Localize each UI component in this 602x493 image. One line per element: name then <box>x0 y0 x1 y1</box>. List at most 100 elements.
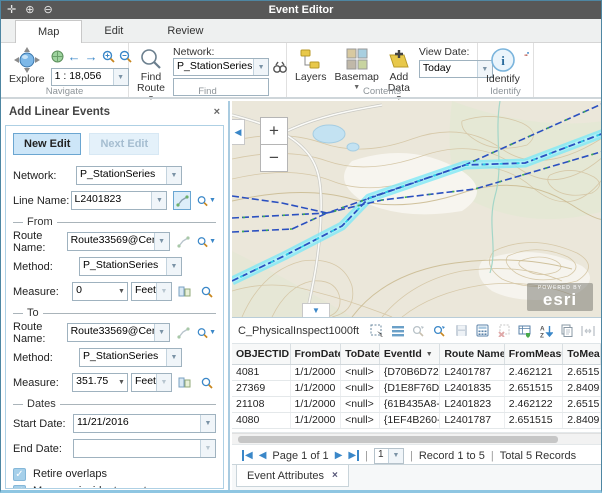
table-cell: {1EF4B260-F( <box>380 413 441 428</box>
from-section-divider: From <box>13 214 216 230</box>
to-station-button[interactable] <box>176 373 193 392</box>
record-range-label: Record 1 to 5 <box>419 450 485 462</box>
checkbox-checked-icon[interactable]: ✓ <box>13 468 26 481</box>
identify-route-icon[interactable] <box>524 48 529 60</box>
find-network-dropdown[interactable]: P_StationSeries ▼ <box>173 58 269 76</box>
selection-tool-icon[interactable] <box>370 323 384 339</box>
column-header[interactable]: ToMea <box>563 344 601 364</box>
table-row[interactable]: 40801/1/2000<null>{1EF4B260-F(L24017872.… <box>232 413 601 429</box>
next-edit-button[interactable]: Next Edit <box>89 133 159 155</box>
scale-combobox[interactable]: 1 : 18,056 ▼ <box>51 68 129 86</box>
svg-text:i: i <box>501 53 505 68</box>
to-zoom-route-button[interactable]: ▼ <box>197 323 216 342</box>
to-method-dropdown[interactable]: P_StationSeries ▼ <box>79 348 182 367</box>
option-checkbox[interactable]: ✓Retire overlaps <box>13 466 216 482</box>
zoom-to-line-button[interactable]: ▼ <box>197 191 216 210</box>
checkbox-checked-icon[interactable]: ✓ <box>13 485 26 490</box>
panel-close-icon[interactable]: × <box>214 106 220 118</box>
column-header[interactable]: ToDate <box>341 344 380 364</box>
map-zoom-out-button[interactable]: − <box>260 144 288 172</box>
zoom-magnifier-icon <box>197 327 208 339</box>
column-header[interactable]: OBJECTID <box>232 344 291 364</box>
table-cell: 1/1/2000 <box>291 381 342 396</box>
collapse-table-arrow[interactable]: ▼ <box>302 303 330 317</box>
table-cell: 1/1/2000 <box>291 413 342 428</box>
table-cell: 21108 <box>232 397 291 412</box>
previous-page-icon[interactable]: ◀ <box>259 450 267 461</box>
table-cell: 4080 <box>232 413 291 428</box>
tab-review[interactable]: Review <box>145 20 225 42</box>
tab-edit[interactable]: Edit <box>82 20 145 42</box>
map-view[interactable]: ◀ + − ▼ POWERED BY esri <box>232 101 601 317</box>
to-route-name-dropdown[interactable]: Route33569@Cente ▼ <box>67 323 170 342</box>
explore-button[interactable]: Explore <box>5 46 49 86</box>
network-dropdown[interactable]: P_StationSeries ▼ <box>76 166 182 185</box>
zoom-to-selected-icon-disabled[interactable] <box>412 323 426 339</box>
column-header[interactable]: EventId▼ <box>380 344 441 364</box>
option-checkbox[interactable]: ✓ Merge coincident events <box>13 483 216 489</box>
from-zoom-route-button[interactable]: ▼ <box>197 232 216 251</box>
ribbon-zoom-in-icon[interactable] <box>102 50 115 63</box>
layers-icon <box>299 47 323 71</box>
from-select-route-button[interactable] <box>176 232 191 251</box>
map-zoom-controls: + − <box>260 117 288 172</box>
next-extent-icon[interactable]: → <box>85 49 98 64</box>
column-header[interactable]: FromDate <box>291 344 342 364</box>
column-header[interactable]: FromMeasure <box>505 344 564 364</box>
from-measure-combobox[interactable]: 0 ▼ <box>72 282 128 301</box>
table-row[interactable]: 40811/1/2000<null>{D70B6D72-3L24017872.4… <box>232 365 601 381</box>
from-unit-dropdown[interactable]: Feet ▼ <box>131 282 172 301</box>
fit-columns-icon-disabled[interactable] <box>581 323 595 339</box>
binoculars-icon[interactable] <box>273 61 287 73</box>
to-select-route-button[interactable] <box>176 323 191 342</box>
start-date-dropdown[interactable]: 11/21/2016 ▼ <box>73 414 216 433</box>
to-measure-combobox[interactable]: 351.75 ▼ <box>72 373 128 392</box>
attribute-grid: C_PhysicalInspect1000ft <box>232 317 601 464</box>
sort-icon[interactable]: AZ <box>539 323 553 339</box>
column-header[interactable]: Route Name <box>440 344 504 364</box>
tab-event-attributes[interactable]: Event Attributes × <box>236 465 349 487</box>
line-name-dropdown[interactable]: L2401823 ▼ <box>71 191 168 210</box>
full-extent-icon[interactable] <box>51 50 64 63</box>
export-table-icon[interactable] <box>518 323 532 339</box>
grid-horizontal-scrollbar[interactable] <box>232 433 601 444</box>
page-selector-dropdown[interactable]: 1 ▼ <box>374 448 404 464</box>
table-row[interactable]: 273691/1/2000<null>{D1E8F76D-FL24018352.… <box>232 381 601 397</box>
select-line-on-map-button[interactable] <box>173 191 191 210</box>
new-edit-button[interactable]: New Edit <box>13 133 81 155</box>
to-unit-dropdown[interactable]: Feet ▼ <box>131 373 172 392</box>
map-zoom-in-button[interactable]: + <box>260 117 288 145</box>
from-zoom-measure-button[interactable] <box>199 282 216 301</box>
table-row[interactable]: 211081/1/2000<null>{61B435A8-3:L24018232… <box>232 397 601 413</box>
end-date-dropdown[interactable]: ▼ <box>73 439 216 458</box>
calculate-field-icon[interactable] <box>475 323 489 339</box>
first-page-icon[interactable]: ◀ <box>242 450 253 461</box>
scrollbar-thumb[interactable] <box>238 436 558 443</box>
next-page-icon[interactable]: ▶ <box>335 450 343 461</box>
identify-button[interactable]: i Identify <box>482 46 524 86</box>
zoom-magnifier-icon <box>201 286 213 298</box>
find-route-icon <box>139 47 163 71</box>
tab-close-icon[interactable]: × <box>332 470 338 481</box>
from-route-name-dropdown[interactable]: Route33569@Cente ▼ <box>67 232 170 251</box>
layers-button[interactable]: Layers <box>291 46 331 84</box>
grid-body: 40811/1/2000<null>{D70B6D72-3L24017872.4… <box>232 365 601 429</box>
to-zoom-measure-button[interactable] <box>199 373 216 392</box>
last-page-icon[interactable]: ▶ <box>348 450 359 461</box>
zoom-to-record-icon[interactable] <box>433 323 447 339</box>
copy-records-icon[interactable] <box>560 323 574 339</box>
tab-map[interactable]: Map <box>15 20 82 43</box>
checkbox-label: Merge coincident events <box>33 485 152 489</box>
show-selected-records-icon[interactable] <box>391 323 405 339</box>
from-station-button[interactable] <box>176 282 193 301</box>
scale-dropdown-arrow[interactable]: ▼ <box>113 69 128 85</box>
explore-icon <box>14 47 40 73</box>
collapse-panel-arrow[interactable]: ◀ <box>232 119 245 145</box>
from-method-dropdown[interactable]: P_StationSeries ▼ <box>79 257 182 276</box>
delete-record-icon-disabled[interactable] <box>497 323 511 339</box>
grid-pagination: ◀ ◀ Page 1 of 1 ▶ ▶ | 1 ▼ | Record 1 to … <box>232 444 601 466</box>
previous-extent-icon[interactable]: ← <box>68 49 81 64</box>
grid-toolbar: C_PhysicalInspect1000ft <box>232 318 601 344</box>
table-cell: 2.462122 <box>505 397 564 412</box>
save-icon-disabled[interactable] <box>454 323 468 339</box>
